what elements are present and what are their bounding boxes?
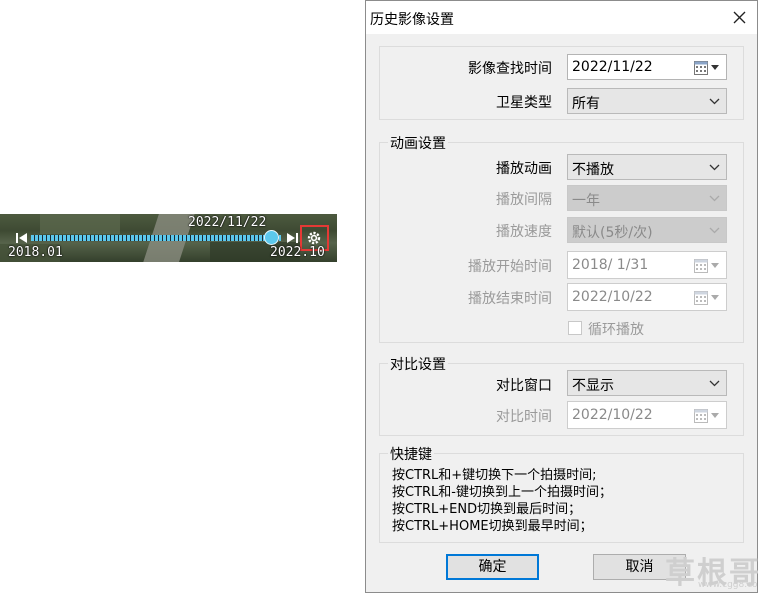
close-button[interactable] [722, 1, 756, 34]
compare-time-label: 对比时间 [496, 409, 552, 425]
timeline-end-label: 2022.10 [270, 245, 325, 260]
gear-icon[interactable] [307, 231, 321, 245]
history-imagery-dialog: 历史影像设置 影像查找时间 2022/11/22 卫星类型 所有 动画设置 播放… [365, 0, 758, 593]
hotkey-item: 按CTRL+END切换到最后时间； [392, 502, 582, 517]
play-end-time-picker[interactable]: 2022/10/22 [567, 283, 727, 311]
dialog-titlebar[interactable]: 历史影像设置 [366, 1, 757, 34]
search-time-label: 影像查找时间 [468, 61, 552, 77]
skip-forward-icon[interactable] [286, 233, 298, 243]
compare-window-select[interactable]: 不显示 [567, 370, 727, 396]
play-end-time-label: 播放结束时间 [468, 291, 552, 307]
calendar-icon[interactable] [694, 258, 708, 273]
dropdown-arrow-icon[interactable] [711, 295, 719, 300]
compare-window-label: 对比窗口 [496, 378, 552, 394]
satellite-type-label: 卫星类型 [496, 95, 552, 111]
play-animation-select[interactable]: 不播放 [567, 154, 727, 180]
timeline-slider-handle[interactable] [263, 230, 279, 245]
hotkey-group-title: 快捷键 [388, 444, 434, 464]
timeline-track[interactable] [31, 235, 281, 241]
map-imagery [40, 214, 120, 234]
hotkey-item: 按CTRL和+键切换下一个拍摄时间; [392, 468, 597, 483]
chevron-down-icon [709, 98, 720, 105]
search-time-picker[interactable]: 2022/11/22 [567, 54, 727, 80]
skip-back-icon[interactable] [16, 233, 28, 243]
close-icon [733, 11, 746, 24]
play-start-time-label: 播放开始时间 [468, 259, 552, 275]
play-interval-select[interactable]: 一年 [567, 185, 727, 211]
ok-button[interactable]: 确定 [446, 554, 539, 580]
chevron-down-icon [709, 164, 720, 171]
hotkey-list: 按CTRL和+键切换下一个拍摄时间; 按CTRL和-键切换到上一个拍摄时间； 按… [392, 467, 612, 535]
satellite-type-select[interactable]: 所有 [567, 88, 727, 114]
loop-play-checkbox[interactable] [568, 321, 582, 335]
play-speed-label: 播放速度 [496, 224, 552, 240]
play-start-time-picker[interactable]: 2018/ 1/31 [567, 251, 727, 279]
chevron-down-icon [709, 195, 720, 202]
chevron-down-icon [709, 380, 720, 387]
hotkey-item: 按CTRL+HOME切换到最早时间； [392, 519, 593, 534]
dropdown-arrow-icon[interactable] [711, 65, 719, 70]
compare-time-picker[interactable]: 2022/10/22 [567, 401, 727, 429]
timeline-start-label: 2018.01 [8, 245, 63, 260]
dropdown-arrow-icon[interactable] [711, 413, 719, 418]
animation-group-title: 动画设置 [388, 133, 448, 153]
watermark-url: www.cgg8.com [698, 580, 758, 590]
dropdown-arrow-icon[interactable] [711, 263, 719, 268]
calendar-icon[interactable] [694, 290, 708, 305]
play-speed-select[interactable]: 默认(5秒/次) [567, 217, 727, 243]
current-date-label: 2022/11/22 [188, 215, 267, 230]
dialog-title: 历史影像设置 [370, 12, 454, 28]
chevron-down-icon [709, 227, 720, 234]
calendar-icon[interactable] [694, 408, 708, 423]
hotkey-item: 按CTRL和-键切换到上一个拍摄时间； [392, 485, 612, 500]
calendar-icon[interactable] [694, 60, 708, 75]
play-animation-label: 播放动画 [496, 161, 552, 177]
compare-group-title: 对比设置 [388, 354, 448, 374]
play-interval-label: 播放间隔 [496, 192, 552, 208]
loop-play-label[interactable]: 循环播放 [588, 319, 644, 339]
history-timeline-bar: 2022/11/22 2018.01 2022.10 [0, 214, 337, 262]
